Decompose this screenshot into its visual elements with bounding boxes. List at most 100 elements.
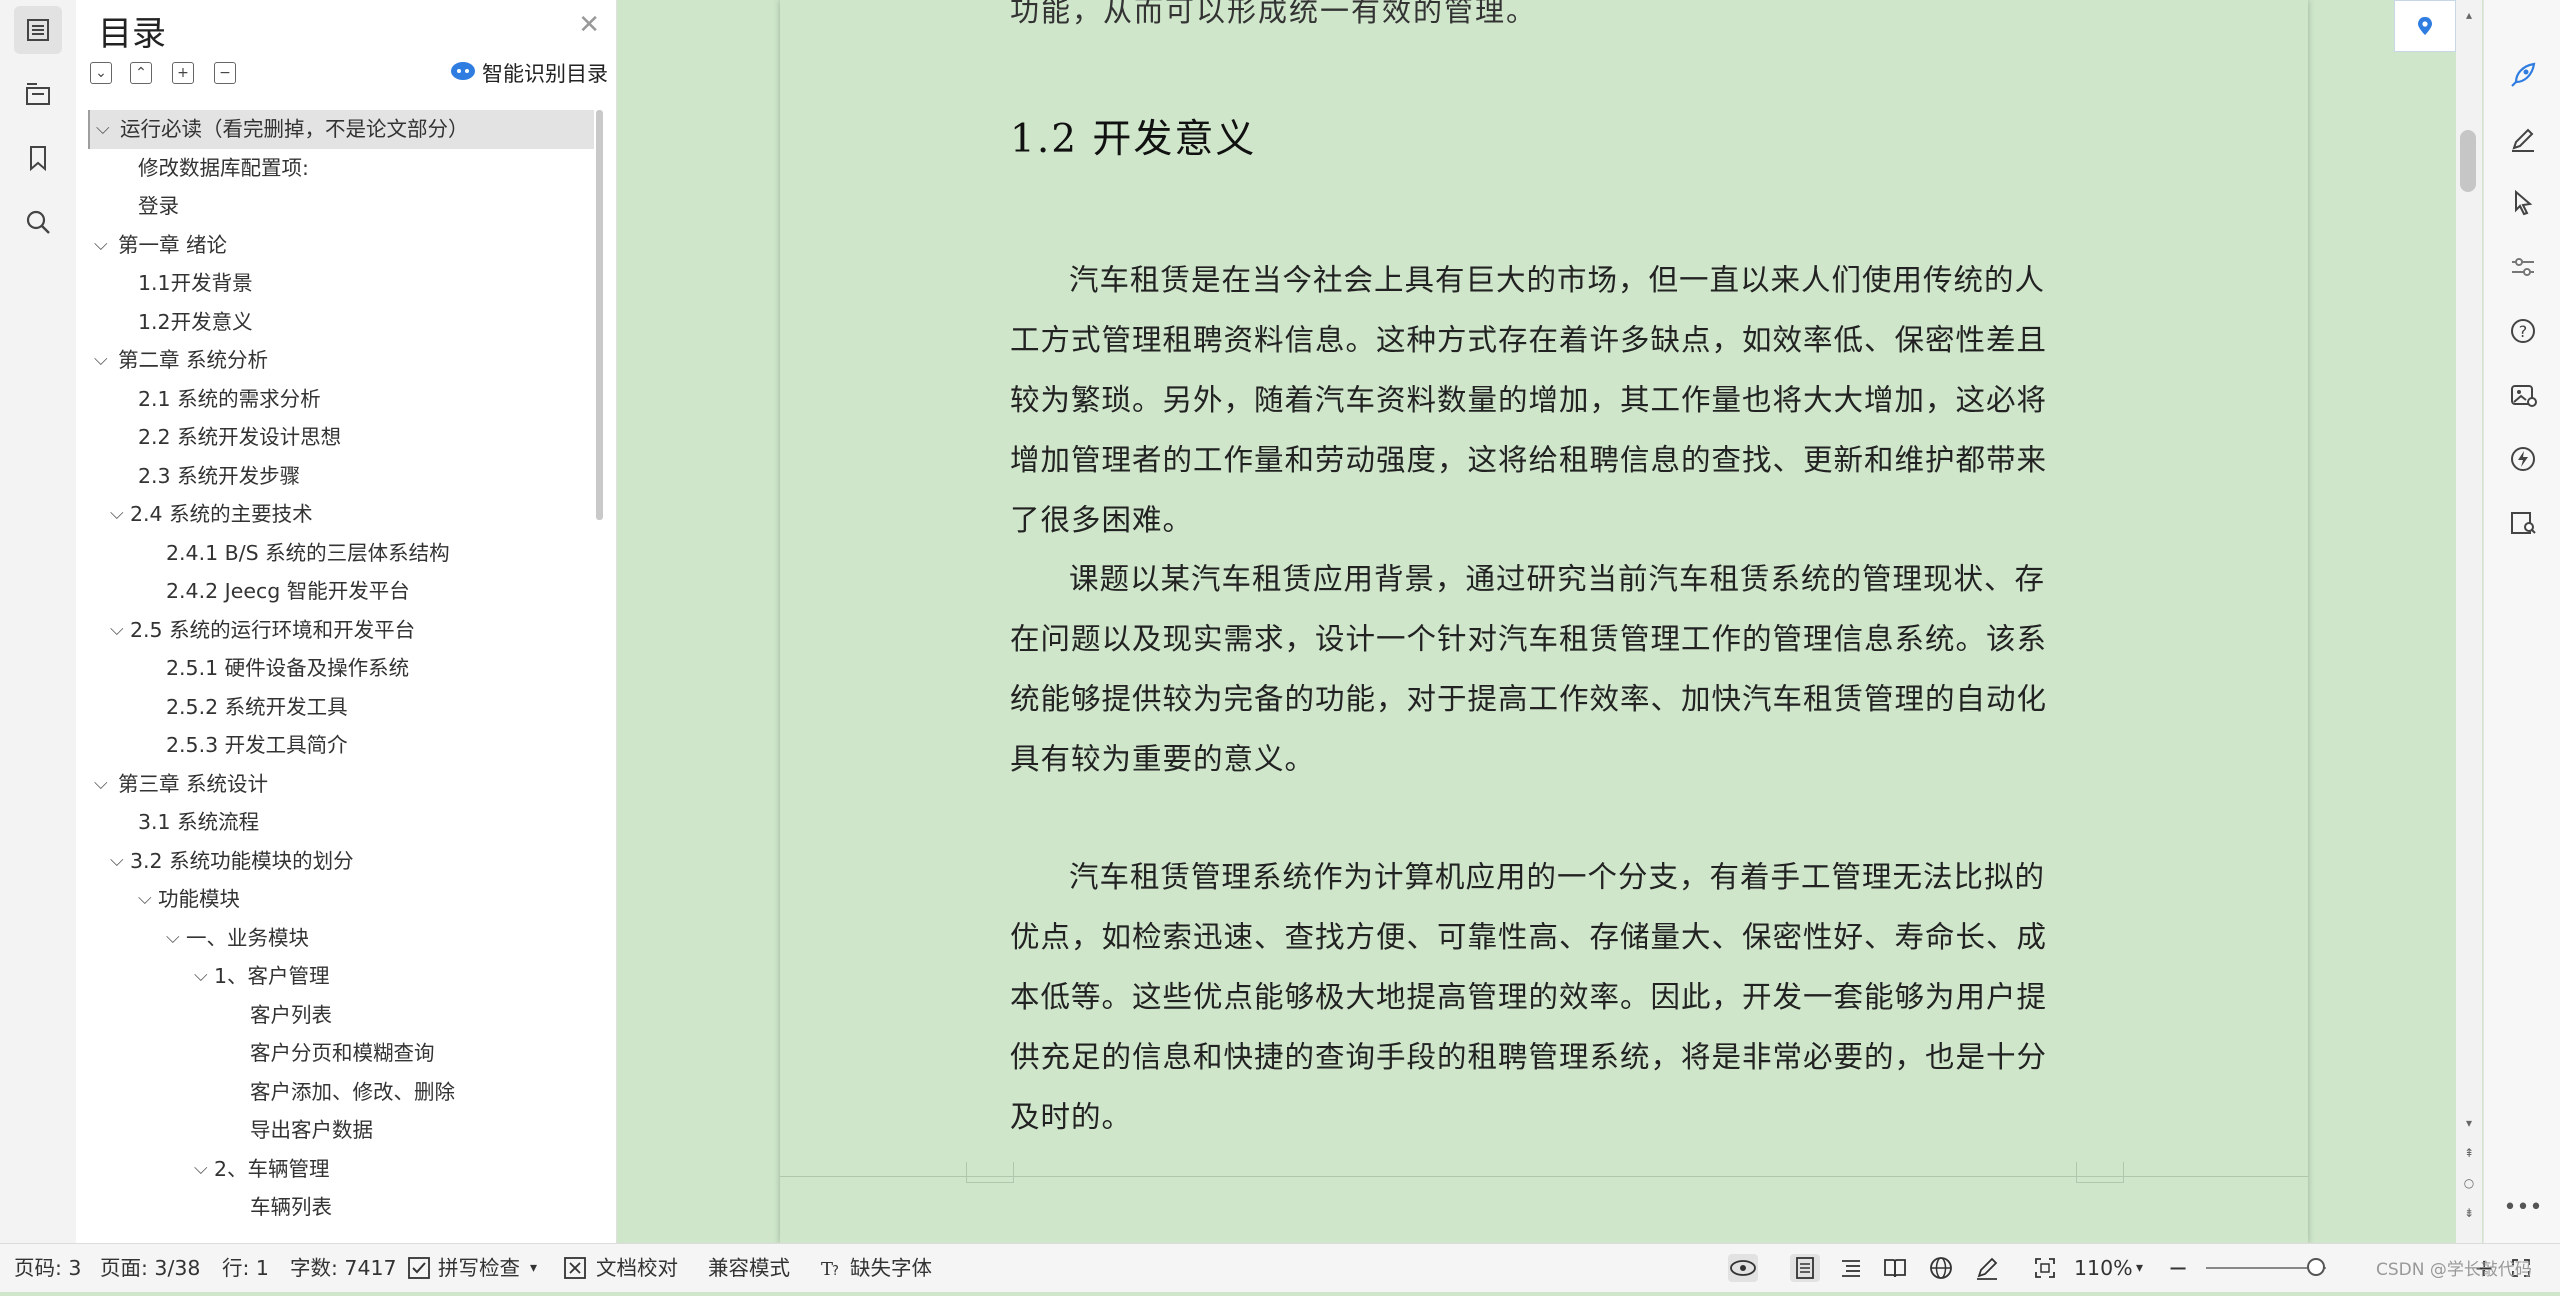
missing-font-icon[interactable]: T? bbox=[816, 1254, 846, 1282]
next-page-icon[interactable]: ⇟ bbox=[2458, 1206, 2480, 1220]
toc-item[interactable]: ⌵ 一、业务模块 bbox=[88, 919, 594, 958]
toc-item[interactable]: 客户分页和模糊查询 bbox=[88, 1034, 594, 1073]
chevron-down-icon[interactable]: ⌵ bbox=[94, 226, 108, 265]
rocket-icon[interactable] bbox=[2506, 58, 2540, 92]
select-browse-icon[interactable]: ○ bbox=[2458, 1176, 2480, 1190]
reading-mode-icon[interactable] bbox=[1880, 1254, 1910, 1282]
scroll-up-icon[interactable]: ▴ bbox=[2458, 8, 2480, 22]
toc-item[interactable]: ⌵ 2、车辆管理 bbox=[88, 1150, 594, 1189]
chevron-down-icon[interactable]: ⌵ bbox=[94, 341, 108, 380]
toc-item[interactable]: 2.5.1 硬件设备及操作系统 bbox=[88, 649, 594, 688]
doc-proof-button[interactable]: 文档校对 bbox=[596, 1244, 678, 1292]
more-icon[interactable]: ••• bbox=[2504, 1190, 2543, 1224]
add-level-icon[interactable]: + bbox=[172, 62, 194, 84]
toc-item[interactable]: 客户添加、修改、删除 bbox=[88, 1073, 594, 1112]
toc-item[interactable]: ⌵ 第二章 系统分析 bbox=[88, 341, 594, 380]
toc-item-label: 第一章 绪论 bbox=[118, 232, 228, 257]
zoom-out-icon[interactable]: − bbox=[2168, 1244, 2188, 1292]
close-icon[interactable]: ✕ bbox=[578, 10, 600, 40]
fit-page-icon[interactable] bbox=[2030, 1254, 2060, 1282]
toc-icon[interactable] bbox=[14, 6, 62, 54]
svg-text:?: ? bbox=[2519, 322, 2528, 341]
sliders-icon[interactable] bbox=[2506, 250, 2540, 284]
word-count[interactable]: 字数: 7417 bbox=[290, 1244, 397, 1292]
scrollbar-thumb[interactable] bbox=[2460, 130, 2476, 192]
prev-page-icon[interactable]: ⇞ bbox=[2458, 1146, 2480, 1160]
vertical-scrollbar[interactable]: ▴ ▾ ⇞ ○ ⇟ bbox=[2456, 0, 2482, 1243]
toc-item[interactable]: ⌵ 运行必读（看完删掉，不是论文部分） bbox=[88, 110, 594, 149]
chevron-down-icon[interactable]: ⌵ bbox=[110, 495, 124, 534]
zoom-slider-thumb[interactable] bbox=[2307, 1258, 2326, 1276]
toc-item[interactable]: ⌵ 第三章 系统设计 bbox=[88, 765, 594, 804]
location-pin-button[interactable] bbox=[2394, 0, 2456, 52]
spell-check-icon[interactable] bbox=[404, 1254, 434, 1282]
annotate-icon[interactable] bbox=[1972, 1254, 2002, 1282]
image-edit-icon[interactable] bbox=[2506, 378, 2540, 412]
outline-view-icon[interactable] bbox=[1836, 1254, 1866, 1282]
chevron-down-icon[interactable]: ⌵ bbox=[166, 919, 180, 958]
toc-item[interactable]: 客户列表 bbox=[88, 996, 594, 1035]
pointer-icon[interactable] bbox=[2506, 186, 2540, 220]
scroll-down-icon[interactable]: ▾ bbox=[2458, 1116, 2480, 1130]
spell-check-dropdown-icon[interactable]: ▾ bbox=[530, 1244, 537, 1292]
toc-item[interactable]: 2.3 系统开发步骤 bbox=[88, 457, 594, 496]
toc-item[interactable]: 2.5.3 开发工具简介 bbox=[88, 726, 594, 765]
chevron-down-icon[interactable]: ⌵ bbox=[110, 611, 124, 650]
toc-item[interactable]: 登录 bbox=[88, 187, 594, 226]
toc-scrollbar[interactable] bbox=[596, 110, 603, 520]
pen-icon[interactable] bbox=[2506, 122, 2540, 156]
smart-toc-button[interactable]: 智能识别目录 bbox=[450, 58, 608, 88]
toc-item[interactable]: ⌵ 2.4 系统的主要技术 bbox=[88, 495, 594, 534]
left-icon-rail bbox=[0, 0, 77, 1243]
navigation-icon[interactable] bbox=[14, 70, 62, 118]
toc-item-label: 2.3 系统开发步骤 bbox=[138, 463, 301, 488]
toc-item[interactable]: 1.1开发背景 bbox=[88, 264, 594, 303]
toc-item-label: 3.1 系统流程 bbox=[138, 810, 260, 834]
bookmark-icon[interactable] bbox=[14, 134, 62, 182]
doc-proof-icon[interactable] bbox=[560, 1254, 590, 1282]
remove-level-icon[interactable]: − bbox=[214, 62, 236, 84]
chevron-down-icon[interactable]: ⌵ bbox=[96, 110, 110, 149]
toc-item[interactable]: 导出客户数据 bbox=[88, 1111, 594, 1150]
toc-item[interactable]: ⌵ 第一章 绪论 bbox=[88, 226, 594, 265]
toc-item-label: 一、业务模块 bbox=[186, 925, 309, 950]
toc-item[interactable]: 3.1 系统流程 bbox=[88, 803, 594, 842]
toc-item[interactable]: 1.2开发意义 bbox=[88, 303, 594, 342]
expand-up-icon[interactable]: ⌃ bbox=[130, 62, 152, 84]
toc-item-label: 2.4.2 Jeecg 智能开发平台 bbox=[166, 579, 410, 603]
toc-item[interactable]: 2.4.1 B/S 系统的三层体系结构 bbox=[88, 534, 594, 573]
lightning-icon[interactable] bbox=[2506, 442, 2540, 476]
toc-item-label: 第二章 系统分析 bbox=[118, 348, 269, 372]
spell-check-button[interactable]: 拼写检查 bbox=[438, 1244, 520, 1292]
toc-item[interactable]: ⌵ 2.5 系统的运行环境和开发平台 bbox=[88, 611, 594, 650]
page-view-icon[interactable] bbox=[1790, 1254, 1820, 1282]
collapse-all-icon[interactable]: ⌄ bbox=[90, 62, 112, 84]
page-corner-mark bbox=[2076, 1162, 2124, 1183]
chevron-down-icon[interactable]: ⌵ bbox=[194, 957, 208, 996]
search-icon[interactable] bbox=[14, 198, 62, 246]
toc-item[interactable]: ⌵ 功能模块 bbox=[88, 880, 594, 919]
eye-protection-icon[interactable] bbox=[1728, 1254, 1758, 1282]
svg-text:?: ? bbox=[832, 1264, 839, 1279]
chevron-down-icon[interactable]: ⌵ bbox=[94, 765, 108, 804]
chevron-down-icon[interactable]: ⌵ bbox=[194, 1150, 208, 1189]
toc-item-label: 2.4.1 B/S 系统的三层体系结构 bbox=[166, 540, 450, 565]
toc-item[interactable]: ⌵ 3.2 系统功能模块的划分 bbox=[88, 842, 594, 881]
zoom-dropdown-icon[interactable]: ▾ bbox=[2136, 1244, 2143, 1292]
chevron-down-icon[interactable]: ⌵ bbox=[110, 842, 124, 881]
toc-item[interactable]: 2.5.2 系统开发工具 bbox=[88, 688, 594, 727]
read-mode-icon[interactable] bbox=[2506, 506, 2540, 540]
help-icon[interactable]: ? bbox=[2506, 314, 2540, 348]
zoom-level[interactable]: 110% bbox=[2074, 1244, 2133, 1292]
toc-item[interactable]: 2.1 系统的需求分析 bbox=[88, 380, 594, 419]
chevron-down-icon[interactable]: ⌵ bbox=[138, 880, 152, 919]
toc-item-label: 第三章 系统设计 bbox=[118, 771, 269, 796]
toc-item[interactable]: 车辆列表 bbox=[88, 1188, 594, 1227]
missing-font-button[interactable]: 缺失字体 bbox=[850, 1244, 932, 1292]
web-view-icon[interactable] bbox=[1926, 1254, 1956, 1282]
page-count[interactable]: 页面: 3/38 bbox=[100, 1244, 200, 1292]
toc-item[interactable]: ⌵ 1、客户管理 bbox=[88, 957, 594, 996]
toc-item[interactable]: 2.4.2 Jeecg 智能开发平台 bbox=[88, 572, 594, 611]
toc-item[interactable]: 修改数据库配置项: bbox=[88, 149, 594, 188]
toc-item[interactable]: 2.2 系统开发设计思想 bbox=[88, 418, 594, 457]
